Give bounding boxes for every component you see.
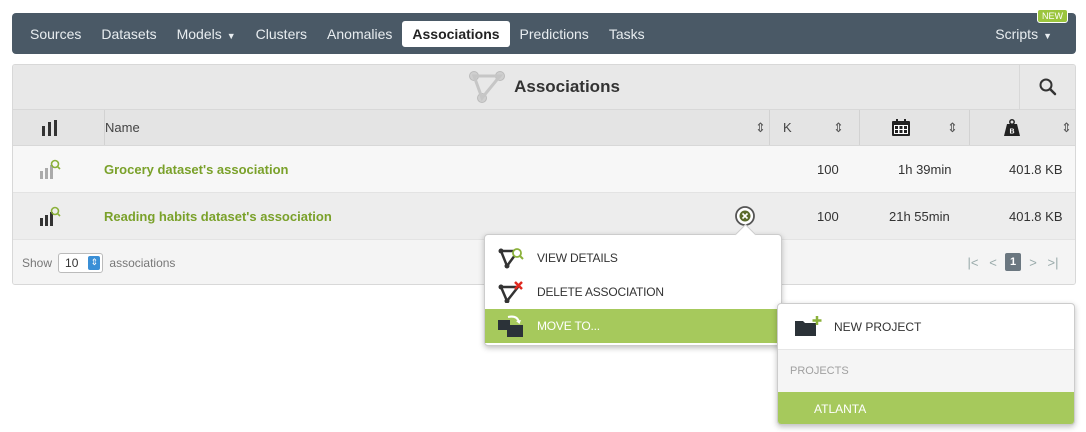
table-header: Name ⇕ K ⇕ ⇕ B ⇕: [13, 110, 1075, 146]
col-k-label: K: [783, 120, 792, 135]
top-nav: Sources Datasets Models ▼ Clusters Anomal…: [12, 9, 1076, 54]
col-name-label: Name: [105, 120, 140, 135]
row-size: 401.8 KB: [1009, 161, 1063, 177]
view-details-label: VIEW DETAILS: [537, 251, 618, 265]
show-label: Show: [22, 255, 53, 270]
nav-anomalies[interactable]: Anomalies: [317, 21, 402, 47]
new-folder-icon: [795, 315, 822, 336]
search-button[interactable]: [1019, 65, 1075, 109]
table-row[interactable]: Grocery dataset's association 100 1h 39m…: [13, 146, 1075, 193]
page-size-select[interactable]: 10 ⇕: [58, 252, 104, 273]
sort-name-icon[interactable]: ⇕: [755, 110, 766, 145]
row-size: 401.8 KB: [1009, 208, 1063, 224]
show-entries: Show 10 ⇕ associations: [22, 240, 176, 284]
sort-age-icon[interactable]: ⇕: [947, 110, 958, 145]
row-name-link[interactable]: Reading habits dataset's association: [104, 193, 332, 239]
nav-scripts-label: Scripts: [995, 25, 1039, 42]
nav-sources[interactable]: Sources: [20, 21, 91, 47]
panel-header: Associations: [13, 65, 1075, 110]
page: Sources Datasets Models ▼ Clusters Anomal…: [0, 0, 1086, 432]
nav-associations[interactable]: Associations: [402, 20, 510, 47]
page-title: Associations: [514, 77, 620, 96]
projects-section-header: PROJECTS: [778, 350, 1074, 392]
new-project-label: NEW PROJECT: [834, 319, 922, 334]
next-page-icon[interactable]: >: [1025, 253, 1041, 271]
svg-text:B: B: [1009, 128, 1014, 135]
context-menu: VIEW DETAILS DELETE ASSOCIATION MOVE TO.…: [484, 234, 782, 346]
sort-size-icon[interactable]: ⇕: [1061, 110, 1072, 145]
association-type-icon: [39, 146, 61, 192]
search-icon: [1039, 78, 1056, 96]
last-page-icon[interactable]: >|: [1045, 253, 1061, 271]
association-icon: [469, 71, 506, 103]
project-item-atlanta[interactable]: ATLANTA: [778, 392, 1074, 424]
nav-scripts[interactable]: Scripts ▼: [985, 21, 1076, 47]
row-k: 100: [817, 161, 839, 177]
move-folder-icon: [497, 314, 525, 338]
row-age: 21h 55min: [889, 208, 950, 224]
nav-tasks[interactable]: Tasks: [599, 21, 655, 47]
bar-chart-icon: [42, 119, 57, 136]
nav-datasets[interactable]: Datasets: [91, 21, 166, 47]
col-k[interactable]: K: [783, 110, 792, 145]
col-type[interactable]: [41, 110, 59, 145]
col-age[interactable]: [891, 110, 911, 145]
calendar-icon: [892, 118, 910, 136]
col-name[interactable]: Name: [105, 110, 140, 145]
view-details-menu-item[interactable]: VIEW DETAILS: [485, 241, 781, 275]
move-to-menu-item[interactable]: MOVE TO...: [485, 309, 781, 343]
current-page[interactable]: 1: [1005, 253, 1021, 271]
association-type-icon: [39, 193, 61, 239]
caret-down-icon: ▼: [1043, 30, 1052, 41]
row-age: 1h 39min: [898, 161, 952, 177]
caret-down-icon: ▼: [226, 30, 236, 41]
delete-association-label: DELETE ASSOCIATION: [537, 285, 664, 299]
weight-icon: B: [1004, 118, 1020, 136]
sort-k-icon[interactable]: ⇕: [833, 110, 844, 145]
col-size[interactable]: B: [1003, 110, 1021, 145]
table-row[interactable]: Reading habits dataset's association 100…: [13, 193, 1075, 240]
delete-association-menu-item[interactable]: DELETE ASSOCIATION: [485, 275, 781, 309]
page-size-value: 10: [65, 255, 79, 270]
move-to-label: MOVE TO...: [537, 319, 600, 333]
updown-icon: ⇕: [88, 255, 101, 270]
delete-icon: [497, 280, 525, 304]
nav-clusters[interactable]: Clusters: [246, 21, 317, 47]
nav-models-label: Models: [176, 25, 222, 42]
new-badge: NEW: [1037, 9, 1068, 23]
row-k: 100: [817, 208, 839, 224]
row-name-link[interactable]: Grocery dataset's association: [104, 146, 288, 192]
first-page-icon[interactable]: |<: [965, 253, 981, 271]
new-project-menu-item[interactable]: NEW PROJECT: [778, 304, 1074, 350]
move-to-submenu: NEW PROJECT PROJECTS ATLANTA: [777, 303, 1075, 425]
show-suffix: associations: [109, 255, 176, 270]
nav-models[interactable]: Models ▼: [167, 21, 246, 47]
pagination: |< < 1 > >|: [965, 253, 1061, 271]
view-details-icon: [497, 246, 525, 270]
nav-predictions[interactable]: Predictions: [510, 21, 599, 47]
prev-page-icon[interactable]: <: [985, 253, 1001, 271]
